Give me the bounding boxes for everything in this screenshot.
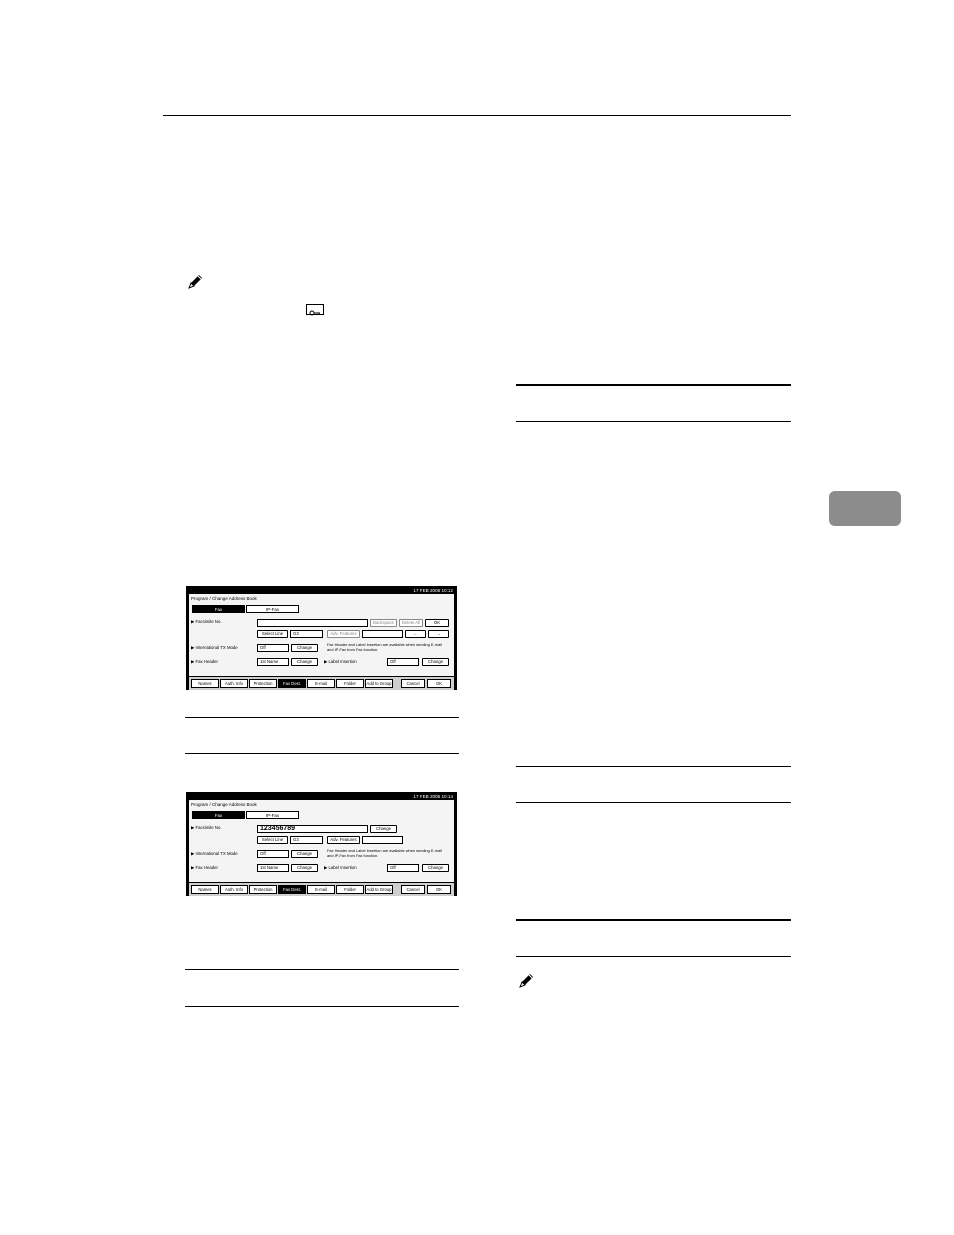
tab-fax-dest[interactable]: Fax Dest. bbox=[278, 885, 306, 894]
fax-header-label: ▶ Fax Header bbox=[191, 659, 218, 664]
fax-header-label: ▶ Fax Header bbox=[191, 865, 218, 870]
note-pencil-icon bbox=[517, 972, 535, 990]
label-insertion-change-button[interactable]: Change bbox=[422, 864, 449, 872]
tab-add-to-group[interactable]: Add to Group bbox=[365, 679, 393, 688]
bottom-tab-bar: Names Auth. Info Protection Fax Dest. E-… bbox=[189, 676, 454, 690]
screen-title: Program / Change Address Book bbox=[191, 596, 257, 601]
intl-tx-change-button[interactable]: Change bbox=[291, 850, 318, 858]
section-rule-top bbox=[516, 384, 791, 386]
select-line-button[interactable]: Select Line bbox=[257, 836, 288, 844]
fax-header-change-button[interactable]: Change bbox=[291, 658, 318, 666]
tab-email[interactable]: E-mail bbox=[307, 679, 335, 688]
fax-header-note-2: and IP-Fax from Fax function. bbox=[327, 647, 379, 652]
adv-features-field bbox=[362, 630, 403, 638]
label-insertion-change-button[interactable]: Change bbox=[422, 658, 449, 666]
tab-names[interactable]: Names bbox=[191, 679, 219, 688]
left-arrow-button[interactable]: ← bbox=[405, 630, 426, 638]
intl-tx-label: ▶ International TX Mode bbox=[191, 645, 238, 650]
intl-tx-value: Off bbox=[257, 850, 289, 858]
tab-fax[interactable]: Fax bbox=[192, 605, 245, 613]
screen-title: Program / Change Address Book bbox=[191, 802, 257, 807]
adv-features-button[interactable]: Adv. Features bbox=[327, 630, 360, 638]
section-rule-bottom bbox=[516, 802, 791, 803]
chapter-thumb-tab bbox=[829, 491, 901, 526]
section-rule-top bbox=[185, 717, 459, 718]
section-rule-top bbox=[185, 969, 459, 970]
address-book-screen-2: 17 FEB 2006 10:14 Program / Change Addre… bbox=[186, 792, 457, 896]
tab-auth-info[interactable]: Auth. Info bbox=[220, 885, 248, 894]
adv-features-field bbox=[362, 836, 403, 844]
fax-header-value: 1st Name bbox=[257, 864, 289, 872]
intl-tx-change-button[interactable]: Change bbox=[291, 644, 318, 652]
note-pencil-icon bbox=[186, 273, 204, 291]
intl-tx-value: Off bbox=[257, 644, 289, 652]
tab-ip-fax[interactable]: IP-Fax bbox=[246, 605, 299, 613]
screen-panel: Program / Change Address Book Fax IP-Fax… bbox=[189, 594, 454, 690]
facsimile-label: ▶ Facsimile No. bbox=[191, 619, 222, 624]
tab-fax[interactable]: Fax bbox=[192, 811, 245, 819]
facsimile-label: ▶ Facsimile No. bbox=[191, 825, 222, 830]
datetime-display: 17 FEB 2006 10:12 bbox=[187, 587, 456, 594]
header-rule bbox=[163, 115, 791, 116]
tab-folder[interactable]: Folder bbox=[336, 679, 364, 688]
label-insertion-value: Off bbox=[387, 658, 419, 666]
datetime-display: 17 FEB 2006 10:14 bbox=[187, 793, 456, 800]
facsimile-change-button[interactable]: Change bbox=[370, 825, 397, 833]
ok-button[interactable]: OK bbox=[427, 679, 451, 688]
delete-all-button[interactable]: Delete All bbox=[399, 619, 423, 627]
fax-header-change-button[interactable]: Change bbox=[291, 864, 318, 872]
user-tools-key-icon bbox=[306, 304, 324, 316]
adv-features-button[interactable]: Adv. Features bbox=[327, 836, 360, 844]
screen-panel: Program / Change Address Book Fax IP-Fax… bbox=[189, 800, 454, 896]
section-rule-top bbox=[516, 766, 791, 767]
tab-folder[interactable]: Folder bbox=[336, 885, 364, 894]
tab-protection[interactable]: Protection bbox=[249, 885, 277, 894]
right-arrow-button[interactable]: → bbox=[428, 630, 449, 638]
select-line-button[interactable]: Select Line bbox=[257, 630, 288, 638]
tab-ip-fax[interactable]: IP-Fax bbox=[246, 811, 299, 819]
cancel-button[interactable]: Cancel bbox=[401, 885, 425, 894]
tab-names[interactable]: Names bbox=[191, 885, 219, 894]
line-value: G3 bbox=[290, 630, 323, 638]
facsimile-input[interactable] bbox=[257, 619, 368, 627]
bottom-tab-bar: Names Auth. Info Protection Fax Dest. E-… bbox=[189, 882, 454, 896]
section-rule-bottom bbox=[185, 753, 459, 754]
line-value: G3 bbox=[290, 836, 323, 844]
label-insertion-label: ▶ Label Insertion bbox=[324, 865, 357, 870]
tab-email[interactable]: E-mail bbox=[307, 885, 335, 894]
ok-button[interactable]: OK bbox=[427, 885, 451, 894]
tab-fax-dest[interactable]: Fax Dest. bbox=[278, 679, 306, 688]
section-rule-bottom bbox=[516, 421, 791, 422]
fax-header-note-2: and IP-Fax from Fax function. bbox=[327, 853, 379, 858]
intl-tx-label: ▶ International TX Mode bbox=[191, 851, 238, 856]
cancel-button[interactable]: Cancel bbox=[401, 679, 425, 688]
backspace-button[interactable]: Backspace bbox=[370, 619, 397, 627]
label-insertion-label: ▶ Label Insertion bbox=[324, 659, 357, 664]
address-book-screen-1: 17 FEB 2006 10:12 Program / Change Addre… bbox=[186, 586, 457, 690]
fax-header-value: 1st Name bbox=[257, 658, 289, 666]
section-rule-bottom bbox=[185, 1006, 459, 1007]
tab-add-to-group[interactable]: Add to Group bbox=[365, 885, 393, 894]
label-insertion-value: Off bbox=[387, 864, 419, 872]
ok-small-button[interactable]: OK bbox=[425, 619, 449, 627]
section-rule-top bbox=[516, 919, 791, 921]
tab-protection[interactable]: Protection bbox=[249, 679, 277, 688]
facsimile-input[interactable]: 123456789 bbox=[257, 825, 368, 833]
tab-auth-info[interactable]: Auth. Info bbox=[220, 679, 248, 688]
section-rule-bottom bbox=[516, 956, 791, 957]
